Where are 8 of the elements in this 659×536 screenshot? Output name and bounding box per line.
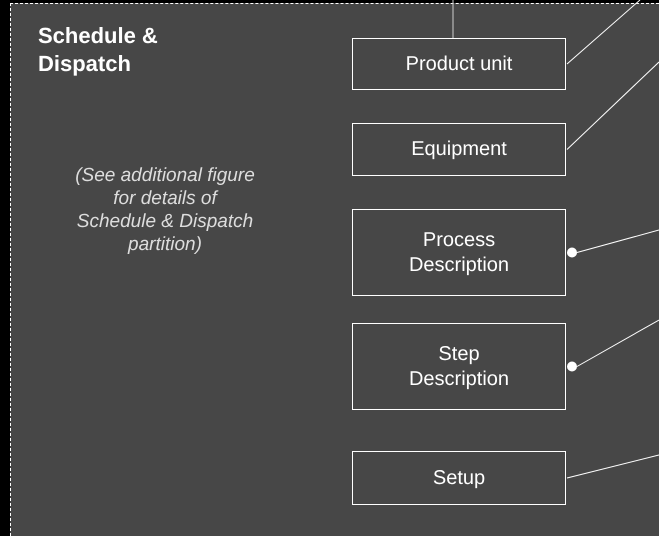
partition-title: Schedule & Dispatch <box>38 22 159 78</box>
connector-line <box>452 0 454 38</box>
class-box: Product unit <box>352 38 566 90</box>
class-box: Setup <box>352 451 566 505</box>
class-box: Equipment <box>352 123 566 176</box>
class-box: Process Description <box>352 209 566 296</box>
class-box: Step Description <box>352 323 566 410</box>
partition-note: (See additional figure for details of Schedule & Dispatch partition) <box>75 164 255 256</box>
